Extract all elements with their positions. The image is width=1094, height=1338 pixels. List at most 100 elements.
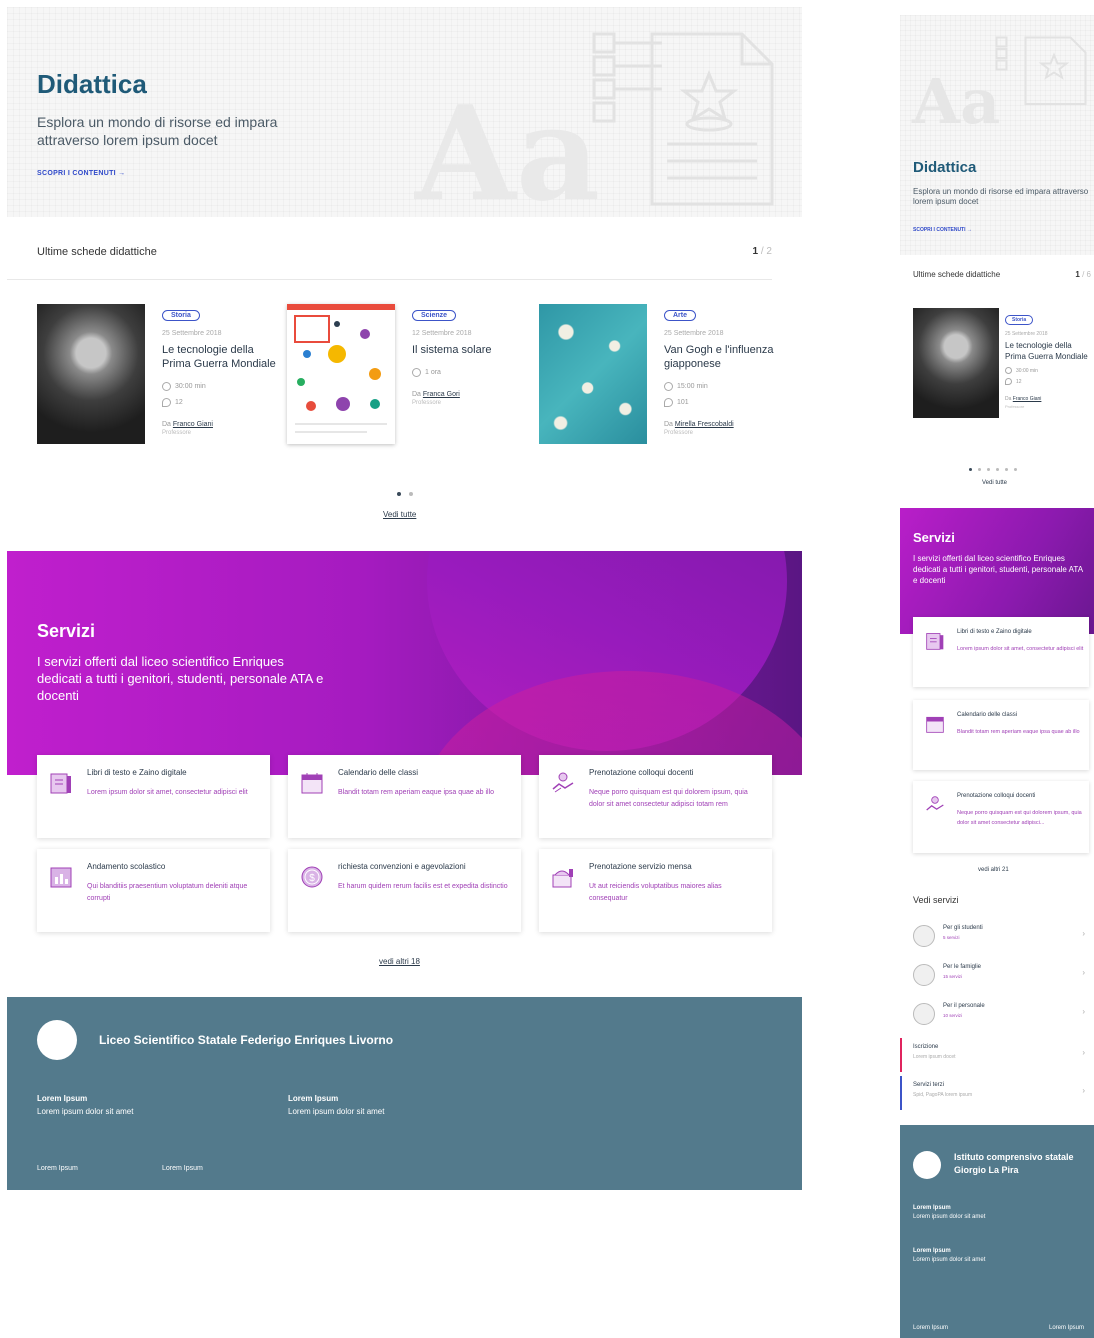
service-title: Calendario delle classi (338, 768, 419, 777)
more-services-link[interactable]: vedi altri 18 (379, 957, 420, 966)
comment-icon (664, 397, 673, 407)
service-title: Prenotazione colloqui docenti (957, 793, 1036, 799)
see-all-link[interactable]: Vedi tutte (982, 480, 1007, 486)
service-card[interactable]: Calendario delle classi Blandit totam re… (913, 700, 1089, 770)
comment-icon (162, 397, 171, 407)
school-name: Istituto comprensivo statale Giorgio La … (954, 1152, 1074, 1175)
latest-sheets-title: Ultime schede didattiche (913, 270, 1001, 279)
footer: Liceo Scientifico Statale Federigo Enriq… (7, 997, 802, 1190)
didattica-hero: Aa Didattica Esplora un mondo di risorse… (7, 7, 802, 217)
service-card[interactable]: Prenotazione colloqui docenti Neque porr… (913, 781, 1089, 853)
service-card[interactable]: Calendario delle classi Blandit totam re… (288, 755, 521, 838)
lesson-card[interactable]: Scienze 12 Settembre 2018 Il sistema sol… (287, 304, 527, 474)
link-title: Iscrizione (913, 1044, 939, 1050)
service-card[interactable]: Andamento scolastico Qui blanditiis prae… (37, 849, 270, 932)
hero-title: Didattica (37, 69, 147, 99)
card-title[interactable]: Il sistema solare (412, 343, 532, 357)
audience-count: 5 servizi (943, 935, 960, 940)
carousel-dot[interactable] (978, 468, 981, 471)
author-link[interactable]: Franca Gori (423, 391, 460, 398)
author-role: Professore (1005, 404, 1025, 409)
service-desc: Blandit totam rem aperiam eaque ipsa qua… (338, 789, 495, 796)
service-title: Prenotazione servizio mensa (589, 862, 692, 871)
audience-row[interactable]: Per gli studenti 5 servizi › (913, 923, 1091, 953)
card-date: 25 Settembre 2018 (1005, 331, 1048, 337)
discover-content-link[interactable]: SCOPRI I CONTENUTI → (913, 227, 972, 233)
service-title: Libri di testo e Zaino digitale (957, 629, 1032, 635)
page-indicator: 1 / 2 (752, 246, 772, 257)
service-card[interactable]: Prenotazione servizio mensa Ut aut reici… (539, 849, 772, 932)
card-author: Da Franco Giani (1005, 396, 1042, 402)
comment-icon (1005, 378, 1012, 386)
lesson-card[interactable]: Arte 25 Settembre 2018 Van Gogh e l'infl… (539, 304, 779, 474)
discover-content-link[interactable]: SCOPRI I CONTENUTI → (37, 170, 125, 177)
carousel-dot[interactable] (397, 492, 401, 496)
see-all-link[interactable]: Vedi tutte (383, 510, 416, 519)
svg-text:$: $ (309, 873, 315, 884)
hero-watermark: Aa (415, 77, 601, 217)
service-title: richiesta convenzioni e agevolazioni (338, 862, 466, 871)
audience-title: Per il personale (943, 1003, 985, 1009)
card-title[interactable]: Le tecnologie della Prima Guerra Mondial… (1005, 340, 1091, 362)
coin-icon: $ (301, 866, 323, 888)
audience-avatar (913, 964, 935, 986)
footer-link[interactable]: Lorem Ipsum (37, 1165, 78, 1172)
category-tag[interactable]: Scienze (412, 310, 457, 321)
chevron-right-icon: › (1082, 968, 1085, 977)
soldier-image (913, 308, 999, 418)
quick-link[interactable]: Iscrizione Lorem ipsum docet › (900, 1038, 1091, 1072)
carousel-dot[interactable] (1014, 468, 1017, 471)
lesson-cards: Storia 25 Settembre 2018 Le tecnologie d… (37, 304, 777, 484)
service-card[interactable]: Libri di testo e Zaino digitale Lorem ip… (913, 617, 1089, 687)
audience-avatar (913, 925, 935, 947)
author-link[interactable]: Franco Giani (1013, 396, 1042, 402)
card-title[interactable]: Van Gogh e l'influenza giapponese (664, 343, 784, 371)
card-title[interactable]: Le tecnologie della Prima Guerra Mondial… (162, 343, 282, 371)
service-desc: Lorem ipsum dolor sit amet, consectetur … (87, 789, 248, 796)
page-indicator: 1 / 6 (1075, 270, 1091, 279)
chart-icon (50, 867, 72, 888)
footer-link[interactable]: Lorem Ipsum (1049, 1325, 1084, 1331)
link-accent-bar (900, 1076, 902, 1110)
footer-link[interactable]: Lorem Ipsum (162, 1165, 203, 1172)
category-tag[interactable]: Storia (162, 310, 200, 321)
lesson-card[interactable]: Storia 25 Settembre 2018 Le tecnologie d… (913, 308, 1093, 458)
carousel-dot[interactable] (987, 468, 990, 471)
category-tag[interactable]: Arte (664, 310, 697, 321)
card-meta: 30:00 min 12 (162, 379, 282, 411)
hero-title: Didattica (913, 159, 977, 176)
carousel-dot[interactable] (969, 468, 972, 471)
service-desc: Blandit totam rem aperiam eaque ipsa qua… (957, 729, 1080, 735)
author-link[interactable]: Franco Giani (173, 421, 213, 428)
service-card[interactable]: Prenotazione colloqui docenti Neque porr… (539, 755, 772, 838)
audience-count: 10 servizi (943, 1013, 963, 1018)
author-link[interactable]: Mirella Frescobaldi (675, 421, 734, 428)
card-meta: 1 ora (412, 365, 532, 381)
services-banner: Servizi I servizi offerti dal liceo scie… (7, 551, 802, 775)
audience-row[interactable]: Per il personale 10 servizi › (913, 1001, 1091, 1031)
almond-blossom-image (539, 304, 647, 444)
lesson-card[interactable]: Storia 25 Settembre 2018 Le tecnologie d… (37, 304, 277, 474)
carousel-dot[interactable] (409, 492, 413, 496)
solar-system-infographic (287, 304, 395, 444)
chevron-right-icon: › (1082, 929, 1085, 938)
quick-link[interactable]: Servizi terzi Spid, PagoPA lorem ipsum › (900, 1076, 1091, 1110)
footer-link[interactable]: Lorem Ipsum (913, 1325, 948, 1331)
service-card[interactable]: $ richiesta convenzioni e agevolazioni E… (288, 849, 521, 932)
author-role: Professore (162, 430, 192, 436)
carousel-dot[interactable] (1005, 468, 1008, 471)
audience-row[interactable]: Per le famiglie 15 servizi › (913, 962, 1091, 992)
link-subtitle: Spid, PagoPA lorem ipsum (913, 1092, 973, 1098)
services-title: Servizi (37, 621, 96, 641)
more-services-link[interactable]: vedi altri 21 (978, 867, 1009, 873)
service-desc: Neque porro quisquam est qui dolorem ips… (957, 810, 1082, 826)
service-desc: Lorem ipsum dolor sit amet, consectetur … (957, 646, 1084, 652)
service-title: Libri di testo e Zaino digitale (87, 768, 187, 777)
carousel-dot[interactable] (996, 468, 999, 471)
document-star-icon (995, 36, 1087, 105)
chevron-right-icon: › (1082, 1048, 1085, 1057)
service-card[interactable]: Libri di testo e Zaino digitale Lorem ip… (37, 755, 270, 838)
footer-column: Lorem Ipsum Lorem ipsum dolor sit amet (288, 1094, 385, 1116)
category-tag[interactable]: Storia (1005, 315, 1034, 325)
chevron-right-icon: › (1082, 1007, 1085, 1016)
